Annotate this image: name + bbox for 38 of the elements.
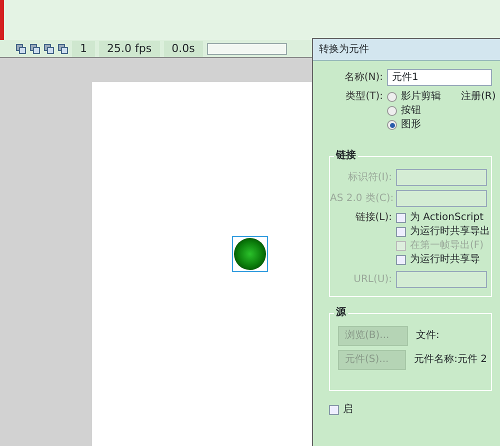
checkbox-label: 为 ActionScript xyxy=(410,211,484,225)
radio-button[interactable] xyxy=(387,106,397,116)
field-label: 名称(N): xyxy=(343,70,383,84)
radio-label: 按钮 xyxy=(401,104,421,118)
frame-markers-icon[interactable] xyxy=(58,44,68,54)
timeline-marker xyxy=(0,0,4,40)
field-label: AS 2.0 类(C): xyxy=(330,192,392,206)
radio-button[interactable] xyxy=(387,92,397,102)
radio-label: 影片剪辑 xyxy=(401,90,441,104)
elapsed-time: 0.0s xyxy=(164,40,203,56)
checkbox-label: 在第一帧导出(F) xyxy=(410,239,484,253)
name-field[interactable]: 元件1 xyxy=(387,69,492,86)
browse-button[interactable]: 浏览(B)... xyxy=(338,326,408,346)
onion-skin-icon[interactable] xyxy=(16,44,26,54)
checkbox[interactable] xyxy=(329,405,339,415)
field-label: URL(U): xyxy=(352,272,392,286)
field-label: 注册(R) xyxy=(461,90,496,104)
frame-number: 1 xyxy=(72,40,95,56)
checkbox-label: 为运行时共享导 xyxy=(410,253,480,267)
group-legend: 链接 xyxy=(334,149,358,163)
timeline-scrollbar[interactable] xyxy=(206,42,287,54)
edit-frames-icon[interactable] xyxy=(44,44,54,54)
checkbox[interactable] xyxy=(396,255,406,265)
info-text: 元件名称:元件 2 xyxy=(414,353,487,367)
field-label: 标识符(I): xyxy=(346,170,392,184)
frame-rate: 25.0 fps xyxy=(99,40,160,56)
browse-button[interactable]: 元件(S)... xyxy=(338,350,406,370)
checkbox[interactable] xyxy=(396,213,406,223)
field-label: 类型(T): xyxy=(344,90,383,104)
checkbox[interactable] xyxy=(396,227,406,237)
dialog-title: 转换为元件 xyxy=(313,39,500,61)
radio-button[interactable] xyxy=(387,120,397,130)
checkbox-label: 为运行时共享导出 xyxy=(410,225,490,239)
radio-label: 图形 xyxy=(401,118,421,132)
info-text: 文件: xyxy=(416,329,440,343)
field-label: 链接(L): xyxy=(354,211,392,225)
checkbox-label: 启 xyxy=(343,403,353,417)
onion-outline-icon[interactable] xyxy=(30,44,40,54)
